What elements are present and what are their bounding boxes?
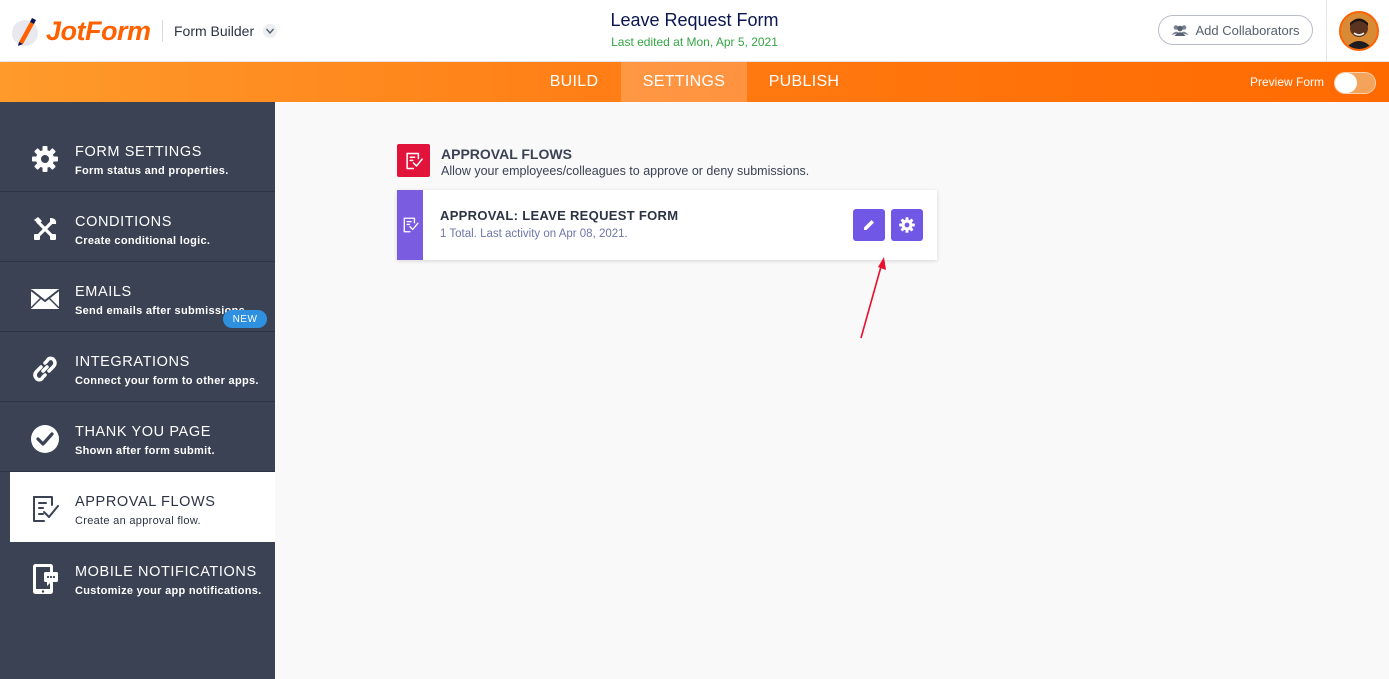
sidebar-item-approval-flows[interactable]: APPROVAL FLOWS Create an approval flow. (10, 472, 275, 542)
avatar[interactable] (1339, 11, 1379, 51)
sidebar-item-subtitle: Connect your form to other apps. (75, 375, 259, 387)
link-icon (30, 354, 60, 384)
sidebar-item-integrations[interactable]: INTEGRATIONS Connect your form to other … (0, 332, 275, 402)
add-collaborators-button[interactable]: Add Collaborators (1158, 15, 1313, 45)
toggle-knob (1335, 73, 1357, 93)
sidebar-item-subtitle: Customize your app notifications. (75, 585, 262, 597)
approval-flow-title: APPROVAL: LEAVE REQUEST FORM (440, 208, 679, 223)
sidebar-item-mobile-notifications[interactable]: MOBILE NOTIFICATIONS Customize your app … (0, 542, 275, 612)
mobile-notification-icon (30, 564, 60, 594)
sidebar-item-subtitle: Create an approval flow. (75, 515, 201, 527)
sidebar-item-title: EMAILS (75, 284, 132, 300)
tab-settings[interactable]: SETTINGS (621, 62, 747, 102)
top-header: JotForm Form Builder Leave Request Form … (0, 0, 1389, 62)
approval-flow-activity: 1 Total. Last activity on Apr 08, 2021. (440, 228, 628, 240)
approval-flow-card[interactable]: APPROVAL: LEAVE REQUEST FORM 1 Total. La… (397, 190, 937, 260)
sidebar-item-title: CONDITIONS (75, 214, 173, 230)
approval-icon (30, 494, 60, 524)
sidebar-item-title: INTEGRATIONS (75, 354, 190, 370)
sidebar-item-form-settings[interactable]: FORM SETTINGS Form status and properties… (0, 122, 275, 192)
gear-icon (899, 217, 915, 233)
section-title: APPROVAL FLOWS (441, 146, 572, 162)
sidebar-item-title: MOBILE NOTIFICATIONS (75, 564, 257, 580)
edit-flow-button[interactable] (853, 209, 885, 241)
add-collaborators-label: Add Collaborators (1195, 22, 1300, 38)
annotation-arrow (860, 257, 886, 339)
sidebar-item-title: FORM SETTINGS (75, 144, 203, 160)
tools-icon (30, 214, 60, 244)
preview-form-label: Preview Form (1250, 75, 1325, 89)
envelope-icon (30, 284, 60, 314)
sidebar-item-conditions[interactable]: CONDITIONS Create conditional logic. (0, 192, 275, 262)
section-description: Allow your employees/colleagues to appro… (441, 164, 810, 178)
divider (1326, 0, 1327, 62)
flow-settings-button[interactable] (891, 209, 923, 241)
users-icon (1171, 25, 1189, 36)
approval-flows-section-icon (397, 144, 430, 177)
checkmark-icon (30, 424, 60, 454)
sidebar-item-thank-you-page[interactable]: THANK YOU PAGE Shown after form submit. (0, 402, 275, 472)
preview-form-toggle[interactable] (1334, 72, 1376, 94)
sidebar-item-title: APPROVAL FLOWS (75, 494, 216, 510)
approval-icon (403, 217, 418, 233)
gear-icon (30, 144, 60, 174)
main-nav: BUILD SETTINGS PUBLISH Preview Form (0, 62, 1389, 102)
settings-sidebar: FORM SETTINGS Form status and properties… (0, 102, 275, 679)
tab-publish[interactable]: PUBLISH (747, 62, 861, 102)
sidebar-item-subtitle: Send emails after submissions. (75, 305, 249, 317)
sidebar-item-subtitle: Shown after form submit. (75, 445, 215, 457)
tab-build[interactable]: BUILD (527, 62, 621, 102)
approval-flow-card-strip (397, 190, 423, 260)
sidebar-item-subtitle: Create conditional logic. (75, 235, 211, 247)
new-badge: NEW (223, 310, 267, 328)
sidebar-item-title: THANK YOU PAGE (75, 424, 211, 440)
pencil-icon (864, 220, 874, 230)
sidebar-item-subtitle: Form status and properties. (75, 165, 229, 177)
